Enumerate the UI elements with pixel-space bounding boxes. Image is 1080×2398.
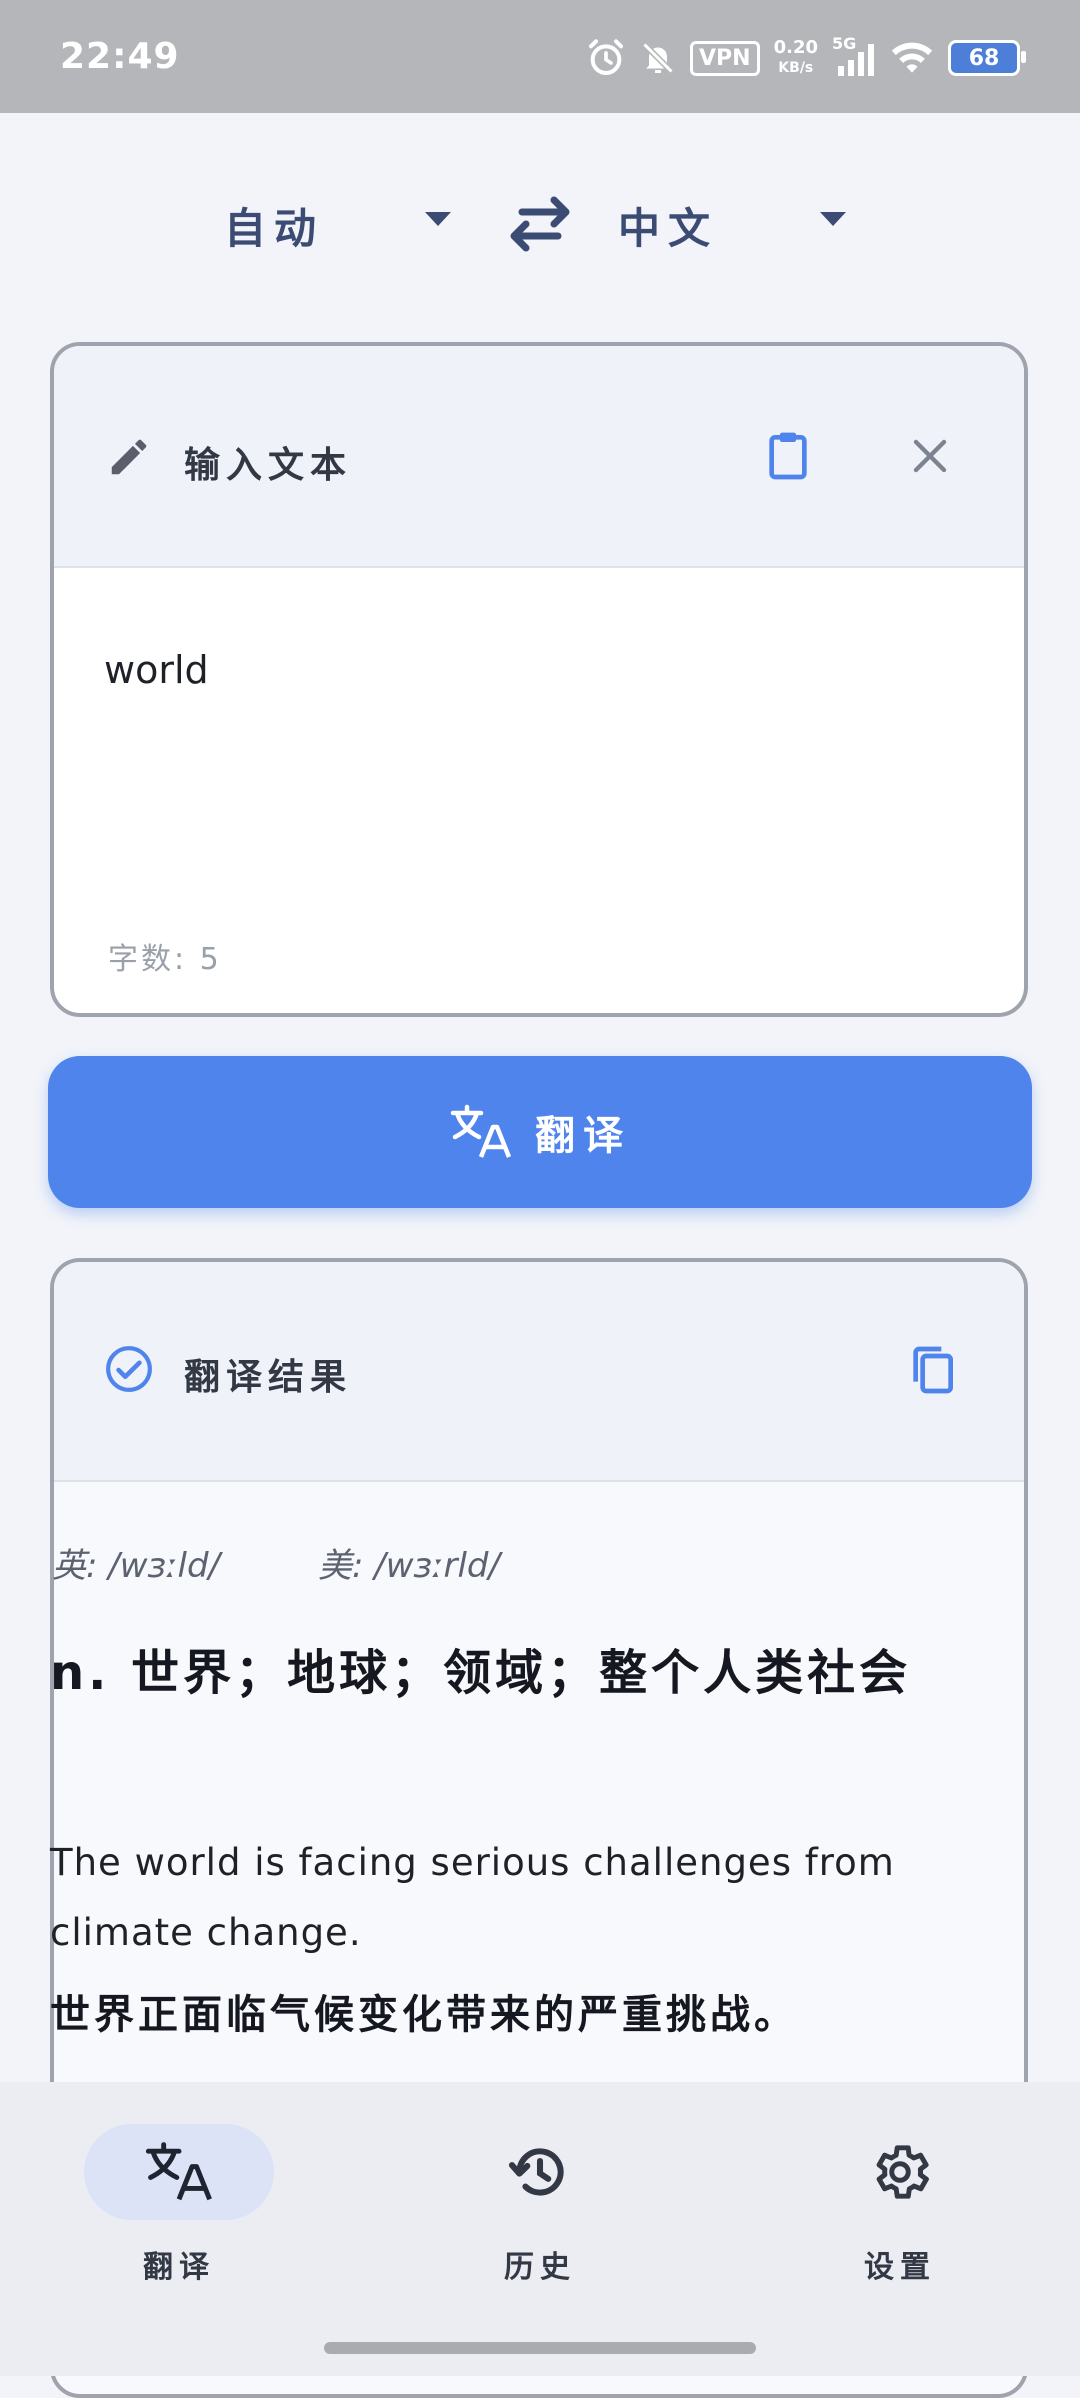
net-speed-unit: KB/s [778, 60, 814, 76]
nav-label-settings: 设置 [864, 2250, 936, 2285]
source-language-caret-icon[interactable] [425, 212, 451, 226]
paste-clipboard-icon[interactable] [760, 428, 816, 484]
translate-button-label: 翻译 [535, 1113, 631, 1159]
nav-pill-settings [805, 2124, 995, 2220]
status-time: 22:49 [60, 36, 180, 77]
phonetic-us: 美: /wɜːrld/ [318, 1546, 500, 1586]
alarm-icon [586, 38, 626, 78]
mute-bell-icon [640, 38, 676, 78]
signal-icon: 5G [832, 34, 876, 78]
pencil-icon [111, 439, 147, 475]
translate-icon [145, 2142, 212, 2201]
phonetic-uk: 英: /wɜːld/ [52, 1546, 220, 1586]
nav-active-indicator [84, 2124, 274, 2220]
example-sentence-zh: 世界正面临气候变化带来的严重挑战。 [50, 1992, 798, 2038]
nav-label-history: 历史 [504, 2250, 576, 2285]
status-icons: VPN 0.20 KB/s 5G 68 [586, 30, 1026, 86]
nav-item-translate[interactable]: 翻译 [84, 2124, 274, 2286]
home-indicator[interactable] [324, 2342, 756, 2354]
vpn-badge: VPN [690, 40, 760, 76]
source-language-select[interactable]: 自动 [224, 190, 324, 260]
translate-icon [450, 1104, 512, 1158]
status-bar: 22:49 VPN 0.20 KB/s 5G 68 [0, 0, 1080, 113]
copy-icon[interactable] [904, 1342, 960, 1398]
input-card: 输入文本 world 字数: 5 [50, 342, 1028, 1017]
translate-button[interactable]: 翻译 [48, 1056, 1032, 1208]
clear-close-icon[interactable] [906, 432, 954, 480]
bottom-nav: 翻译 历史 设置 [0, 2082, 1080, 2376]
nav-pill-history [445, 2124, 635, 2220]
target-language-caret-icon[interactable] [820, 212, 846, 226]
input-card-header: 输入文本 [54, 346, 1024, 568]
net-speed: 0.20 KB/s [774, 38, 818, 78]
nav-item-history[interactable]: 历史 [445, 2124, 635, 2286]
swap-languages-icon[interactable] [506, 196, 574, 252]
source-text-input[interactable]: world [104, 648, 209, 692]
char-count: 字数: 5 [108, 942, 222, 977]
example-sentence-en: The world is facing serious challenges f… [50, 1841, 895, 1954]
nav-label-translate: 翻译 [143, 2250, 215, 2285]
history-icon [508, 2148, 564, 2196]
nav-item-settings[interactable]: 设置 [805, 2124, 995, 2286]
net-speed-value: 0.20 [773, 37, 818, 58]
definition-text: n. 世界；地球；领域；整个人类社会 [50, 1645, 912, 1701]
input-card-title: 输入文本 [184, 445, 353, 486]
result-card-header: 翻译结果 [54, 1262, 1024, 1482]
result-card-title: 翻译结果 [184, 1357, 353, 1398]
wifi-icon [890, 38, 934, 78]
check-circle-icon [106, 1346, 152, 1392]
battery-indicator: 68 [948, 40, 1026, 76]
target-language-select[interactable]: 中文 [618, 190, 718, 260]
settings-icon [876, 2145, 929, 2199]
